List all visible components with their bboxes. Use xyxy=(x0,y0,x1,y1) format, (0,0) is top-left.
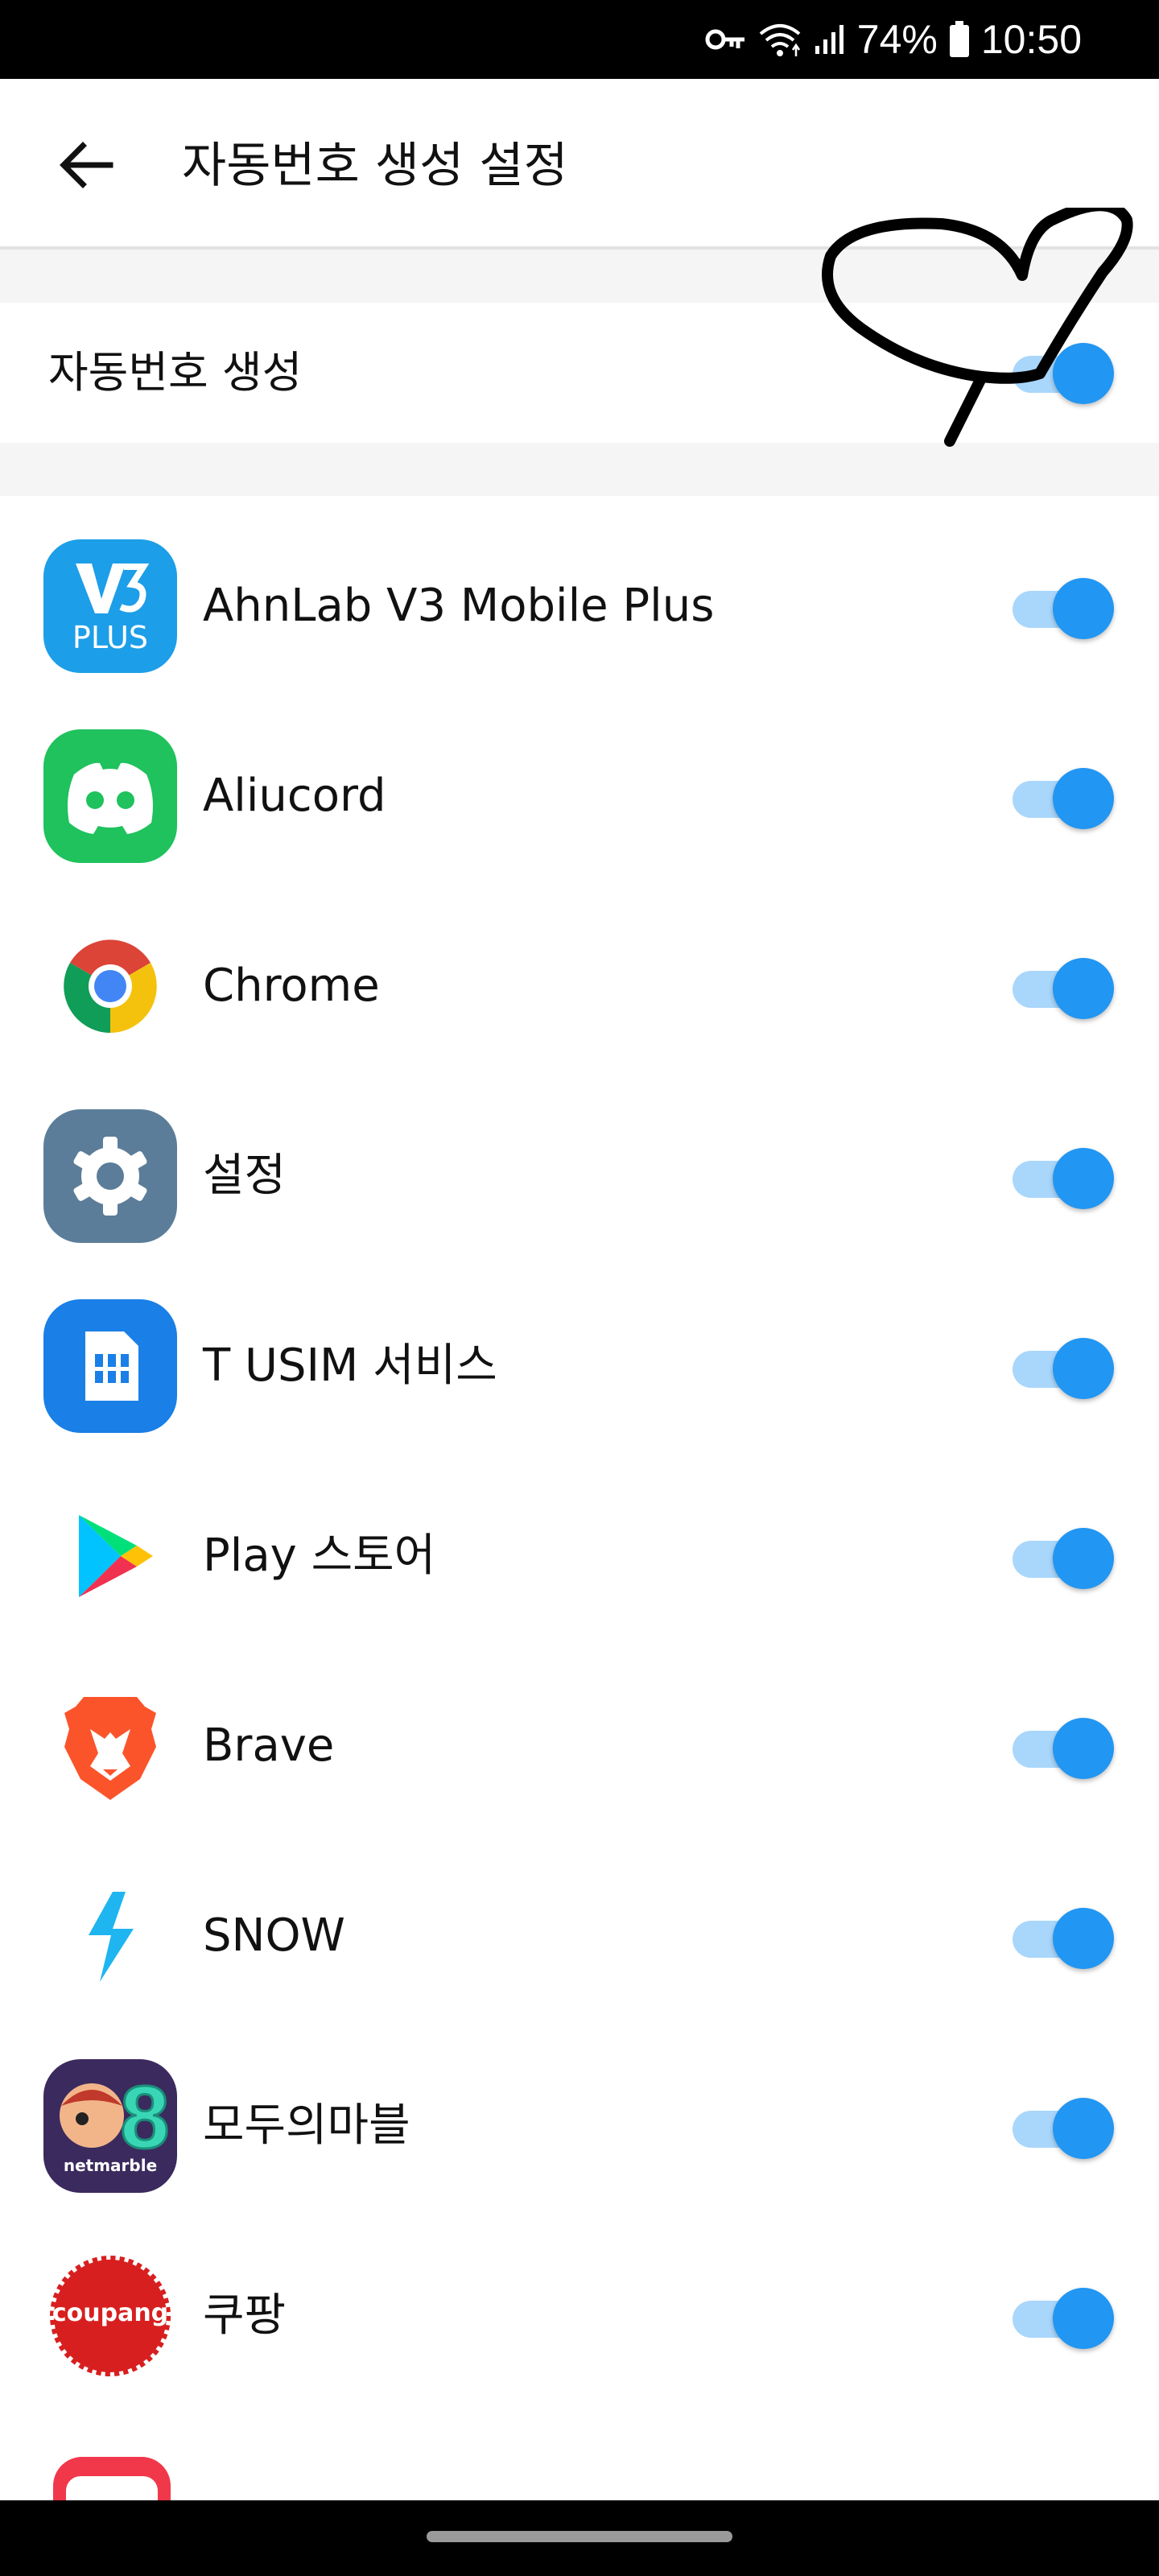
vpn-key-icon xyxy=(705,29,744,50)
section-divider xyxy=(0,443,1159,496)
app-row[interactable]: PLUS AhnLab V3 Mobile Plus xyxy=(0,496,1159,686)
chrome-icon xyxy=(43,919,177,1053)
app-name: T USIM 서비스 xyxy=(203,1340,497,1392)
app-toggle[interactable] xyxy=(1013,1718,1114,1779)
signal-icon xyxy=(815,25,843,54)
ahnlab-v3-icon: PLUS xyxy=(43,539,177,673)
coupang-icon: coupang xyxy=(43,2249,177,2383)
app-row[interactable]: 설정 xyxy=(0,1066,1159,1256)
master-toggle[interactable] xyxy=(1013,343,1114,404)
app-name: AhnLab V3 Mobile Plus xyxy=(203,580,715,632)
settings-gear-icon xyxy=(43,1109,177,1243)
app-name: 모두의마블 xyxy=(203,2099,410,2152)
app-row[interactable]: Aliucord xyxy=(0,686,1159,876)
app-name: Brave xyxy=(203,1719,335,1772)
status-bar: 74% 10:50 xyxy=(0,0,1159,79)
battery-percent: 74% xyxy=(856,17,938,62)
app-row[interactable]: T USIM 서비스 xyxy=(0,1256,1159,1446)
usim-icon xyxy=(43,1299,177,1433)
section-divider xyxy=(0,250,1159,303)
brave-lion-icon xyxy=(43,1679,177,1813)
app-toggle[interactable] xyxy=(1013,1148,1114,1209)
app-toggle[interactable] xyxy=(1013,768,1114,829)
app-toggle[interactable] xyxy=(1013,1338,1114,1399)
netmarble-icon-text: netmarble xyxy=(63,2156,158,2175)
app-toggle[interactable] xyxy=(1013,1528,1114,1589)
coupang-icon-text: coupang xyxy=(52,2299,169,2327)
clock: 10:50 xyxy=(980,17,1082,62)
app-row[interactable]: Chrome xyxy=(0,876,1159,1066)
app-name: 쿠팡 xyxy=(203,2289,287,2342)
app-toggle[interactable] xyxy=(1013,578,1114,639)
app-bar: 자동번호 생성 설정 xyxy=(0,79,1159,250)
back-button[interactable] xyxy=(45,129,126,201)
master-setting-label: 자동번호 생성 xyxy=(48,347,303,398)
partial-app-icon-inner xyxy=(66,2476,158,2500)
app-name: Chrome xyxy=(203,960,380,1012)
home-gesture-handle[interactable] xyxy=(427,2531,732,2542)
app-row[interactable]: SNOW xyxy=(0,1826,1159,2016)
app-toggle[interactable] xyxy=(1013,958,1114,1019)
back-arrow-icon xyxy=(60,142,113,188)
netmarble-game-icon: 8 netmarble xyxy=(43,2059,177,2193)
app-list: PLUS AhnLab V3 Mobile Plus Aliucord Chro… xyxy=(0,496,1159,2500)
app-name: Aliucord xyxy=(203,770,386,822)
svg-text:8: 8 xyxy=(120,2068,169,2167)
app-name: 설정 xyxy=(203,1150,287,1202)
app-row[interactable]: 8 netmarble 모두의마블 xyxy=(0,2016,1159,2206)
wifi-icon xyxy=(759,24,801,56)
ahnlab-icon-text: PLUS xyxy=(72,620,149,655)
page-title: 자동번호 생성 설정 xyxy=(182,138,568,194)
app-toggle[interactable] xyxy=(1013,2288,1114,2349)
discord-icon xyxy=(43,729,177,863)
system-nav-bar xyxy=(0,2500,1159,2576)
app-toggle[interactable] xyxy=(1013,2098,1114,2159)
app-name: Play 스토어 xyxy=(203,1530,436,1582)
snow-bolt-icon xyxy=(43,1869,177,2003)
app-row-partial[interactable] xyxy=(0,2396,1159,2500)
app-toggle[interactable] xyxy=(1013,1908,1114,1969)
master-setting-row[interactable]: 자동번호 생성 xyxy=(0,303,1159,443)
app-name: SNOW xyxy=(203,1909,345,1962)
play-store-icon xyxy=(43,1489,177,1623)
app-row[interactable]: coupang 쿠팡 xyxy=(0,2206,1159,2396)
app-row[interactable]: Brave xyxy=(0,1636,1159,1826)
battery-icon xyxy=(949,21,969,57)
app-row[interactable]: Play 스토어 xyxy=(0,1446,1159,1636)
